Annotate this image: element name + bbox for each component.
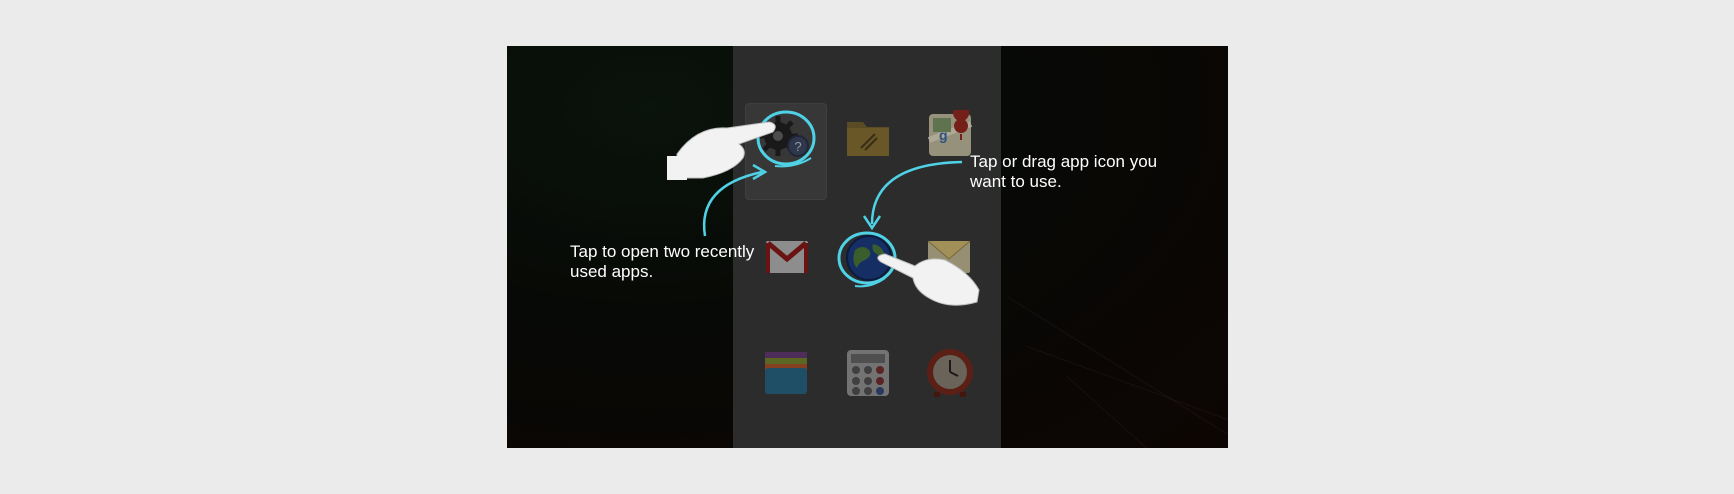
left-instruction-text: Tap to open two recently used apps. bbox=[570, 242, 755, 281]
arrow-icon bbox=[702, 170, 763, 237]
arrow-icon bbox=[870, 160, 963, 225]
pointing-hand-icon bbox=[667, 121, 776, 180]
right-instruction-text: Tap or drag app icon you want to use. bbox=[970, 152, 1158, 191]
device-screen: ? g Tap or drag app icon you want to use… bbox=[507, 46, 1228, 448]
pointing-hand-icon bbox=[877, 253, 980, 306]
highlight-circle-icon bbox=[756, 110, 816, 166]
